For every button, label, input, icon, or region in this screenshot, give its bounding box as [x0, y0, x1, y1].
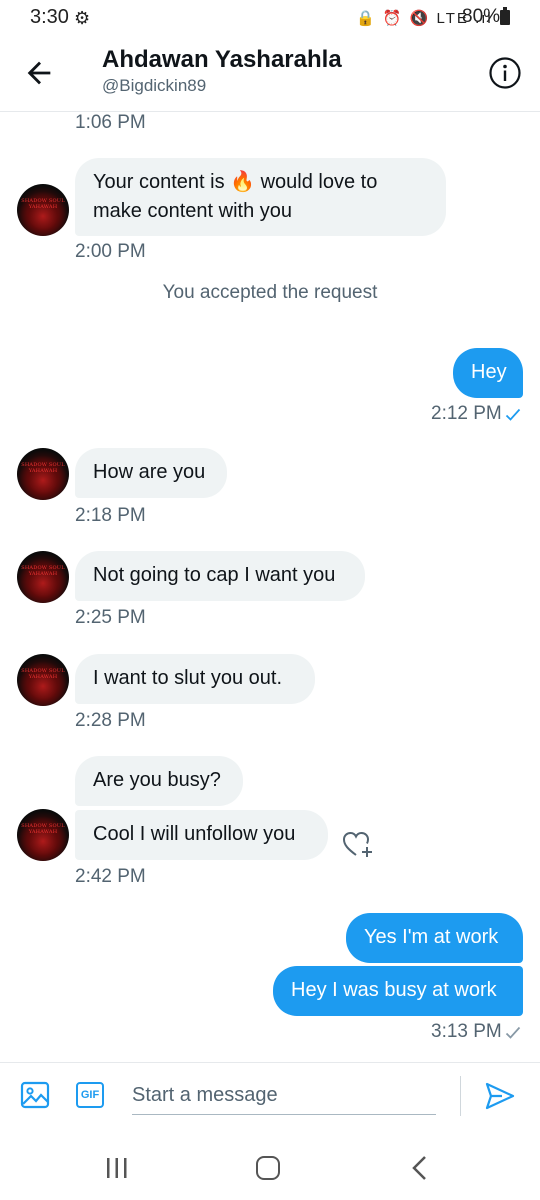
- avatar-label: SHADOW SOUL YAHAWAH: [21, 565, 65, 577]
- message-text: Cool I will unfollow you: [93, 823, 296, 845]
- composer-separator: [460, 1076, 461, 1116]
- info-icon[interactable]: [488, 56, 522, 90]
- message-timestamp: 2:25 PM: [75, 607, 146, 628]
- message-bubble-incoming[interactable]: Not going to cap I want you: [75, 551, 365, 601]
- message-text: Your content is 🔥 would love to: [93, 171, 378, 193]
- check-icon: [505, 408, 521, 421]
- status-time: 3:30: [30, 6, 69, 28]
- message-bubble-outgoing[interactable]: Yes I'm at work: [346, 913, 523, 963]
- system-note: You accepted the request: [162, 282, 378, 303]
- message-text: Yes I'm at work: [364, 926, 499, 948]
- gif-icon[interactable]: GIF: [76, 1082, 104, 1108]
- message-timestamp: 2:42 PM: [75, 866, 146, 887]
- message-timestamp: 3:13 PM: [431, 1021, 502, 1042]
- message-text: make content with you: [93, 200, 292, 222]
- avatar-label: SHADOW SOUL YAHAWAH: [21, 462, 65, 474]
- message-text: I want to slut you out.: [93, 667, 282, 689]
- avatar[interactable]: SHADOW SOUL YAHAWAH: [17, 448, 69, 500]
- message-bubble-incoming[interactable]: Are you busy?: [75, 756, 243, 806]
- check-icon: [505, 1026, 521, 1039]
- avatar[interactable]: SHADOW SOUL YAHAWAH: [17, 184, 69, 236]
- avatar-label: SHADOW SOUL YAHAWAH: [21, 668, 65, 680]
- image-icon[interactable]: [20, 1080, 50, 1110]
- message-text: How are you: [93, 461, 206, 483]
- avatar[interactable]: SHADOW SOUL YAHAWAH: [17, 809, 69, 861]
- message-timestamp: 2:18 PM: [75, 505, 146, 526]
- message-timestamp: 1:06 PM: [75, 112, 146, 133]
- message-timestamp: 2:28 PM: [75, 710, 146, 731]
- conversation-title[interactable]: Ahdawan Yasharahla: [102, 46, 342, 74]
- message-timestamp: 2:00 PM: [75, 241, 146, 262]
- home-button-icon[interactable]: [256, 1156, 280, 1180]
- avatar-label: SHADOW SOUL YAHAWAH: [21, 823, 65, 835]
- message-text: Hey I was busy at work: [291, 979, 497, 1001]
- message-bubble-incoming[interactable]: Your content is 🔥 would love to make con…: [75, 158, 446, 236]
- message-text: Hey: [471, 361, 507, 383]
- gear-icon: ⚙: [74, 8, 91, 28]
- composer-divider: [0, 1062, 540, 1063]
- message-bubble-incoming[interactable]: Cool I will unfollow you: [75, 810, 328, 860]
- avatar-label: SHADOW SOUL YAHAWAH: [21, 198, 65, 210]
- avatar[interactable]: SHADOW SOUL YAHAWAH: [17, 654, 69, 706]
- battery-icon: [500, 7, 510, 25]
- recent-apps-icon[interactable]: [104, 1156, 130, 1180]
- message-bubble-outgoing[interactable]: Hey: [453, 348, 523, 398]
- message-timestamp: 2:12 PM: [431, 403, 502, 424]
- message-text: Not going to cap I want you: [93, 564, 336, 586]
- message-bubble-incoming[interactable]: How are you: [75, 448, 227, 498]
- conversation-handle[interactable]: @Bigdickin89: [102, 76, 206, 96]
- avatar[interactable]: SHADOW SOUL YAHAWAH: [17, 551, 69, 603]
- nav-back-icon[interactable]: [408, 1154, 432, 1182]
- send-icon[interactable]: [484, 1080, 516, 1112]
- message-bubble-outgoing[interactable]: Hey I was busy at work: [273, 966, 523, 1016]
- battery-percentage: 80%: [462, 6, 501, 27]
- message-text: Are you busy?: [93, 769, 221, 791]
- back-arrow-icon[interactable]: [22, 56, 56, 90]
- react-heart-icon[interactable]: [341, 828, 375, 862]
- message-input[interactable]: [132, 1076, 436, 1115]
- message-bubble-incoming[interactable]: I want to slut you out.: [75, 654, 315, 704]
